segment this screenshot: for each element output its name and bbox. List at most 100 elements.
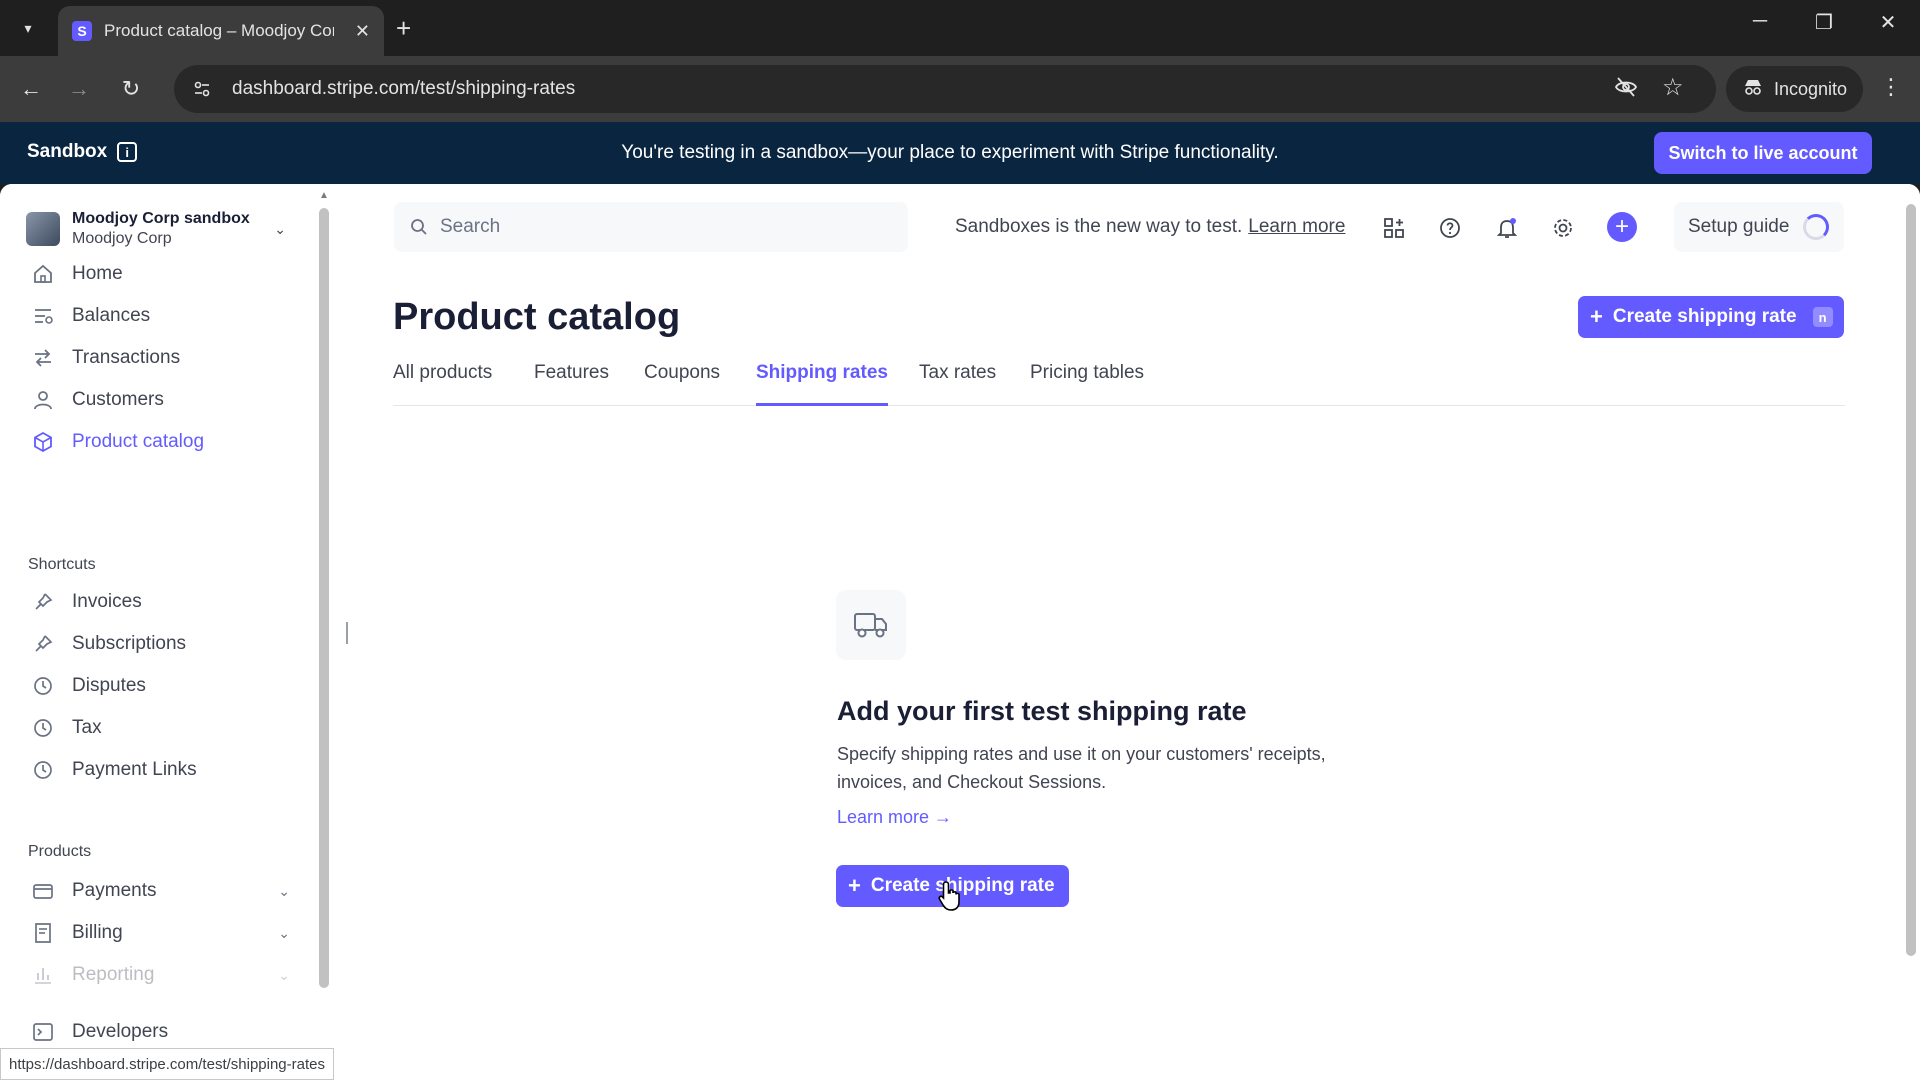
browser-tab[interactable]: S Product catalog – Moodjoy Cor ✕ bbox=[58, 6, 384, 56]
create-plus-icon[interactable]: + bbox=[1607, 212, 1637, 242]
sidebar-item-label: Payments bbox=[72, 880, 157, 901]
plus-icon: + bbox=[1590, 304, 1603, 329]
sidebar: Moodjoy Corp sandbox Moodjoy Corp ⌄ Home… bbox=[0, 184, 330, 1080]
billing-icon bbox=[30, 920, 56, 946]
sidebar-item-customers[interactable]: Customers bbox=[30, 382, 290, 418]
chevron-down-icon: ⌄ bbox=[274, 220, 286, 237]
progress-ring-icon bbox=[1803, 214, 1830, 240]
tab-features[interactable]: Features bbox=[534, 362, 609, 406]
close-window-icon[interactable]: ✕ bbox=[1868, 10, 1908, 35]
back-icon[interactable]: ← bbox=[14, 72, 48, 106]
product-catalog-icon bbox=[30, 429, 56, 455]
tab-pricing-tables[interactable]: Pricing tables bbox=[1030, 362, 1144, 406]
help-icon[interactable] bbox=[1436, 214, 1464, 242]
sidebar-item-subscriptions[interactable]: Subscriptions bbox=[30, 626, 290, 662]
apps-icon[interactable] bbox=[1380, 214, 1408, 242]
sandbox-message: You're testing in a sandbox—your place t… bbox=[621, 142, 1279, 163]
site-settings-icon[interactable] bbox=[186, 73, 218, 105]
restore-icon[interactable]: ❐ bbox=[1804, 10, 1844, 35]
sidebar-scrollbar[interactable] bbox=[319, 208, 329, 988]
search-input[interactable]: Search bbox=[394, 202, 908, 252]
incognito-label: Incognito bbox=[1774, 78, 1848, 99]
status-bar-url: https://dashboard.stripe.com/test/shippi… bbox=[0, 1048, 334, 1080]
sidebar-item-label: Home bbox=[72, 263, 123, 284]
sidebar-item-payments[interactable]: Payments ⌄ bbox=[30, 873, 290, 909]
clock-icon bbox=[30, 715, 56, 741]
sidebar-item-disputes[interactable]: Disputes bbox=[30, 668, 290, 704]
balances-icon bbox=[30, 303, 56, 329]
address-bar[interactable]: dashboard.stripe.com/test/shipping-rates… bbox=[174, 65, 1716, 113]
browser-menu-icon[interactable]: ⋮ bbox=[1880, 74, 1902, 100]
sidebar-item-label: Billing bbox=[72, 922, 123, 943]
main-scrollbar[interactable] bbox=[1906, 204, 1916, 956]
tab-coupons[interactable]: Coupons bbox=[644, 362, 720, 406]
setup-guide-label: Setup guide bbox=[1688, 216, 1790, 237]
forward-icon[interactable]: → bbox=[62, 72, 96, 106]
sidebar-item-billing[interactable]: Billing ⌄ bbox=[30, 915, 290, 951]
account-switcher[interactable]: Moodjoy Corp sandbox Moodjoy Corp ⌄ bbox=[26, 206, 286, 252]
sidebar-item-label: Balances bbox=[72, 305, 151, 326]
sidebar-item-transactions[interactable]: Transactions bbox=[30, 340, 290, 376]
sidebar-item-label: Invoices bbox=[72, 591, 142, 612]
reporting-icon bbox=[30, 962, 56, 988]
sandbox-hint-text: Sandboxes is the new way to test. bbox=[955, 216, 1243, 237]
pin-icon bbox=[30, 631, 56, 657]
tab-shipping-rates[interactable]: Shipping rates bbox=[756, 362, 888, 406]
close-tab-icon[interactable]: ✕ bbox=[355, 21, 370, 42]
sidebar-item-label: Reporting bbox=[72, 964, 155, 985]
empty-state-title: Add your first test shipping rate bbox=[837, 696, 1247, 726]
payments-icon bbox=[30, 878, 56, 904]
empty-state-learn-more-link[interactable]: Learn more → bbox=[837, 807, 952, 828]
sandbox-learn-more-link[interactable]: Learn more bbox=[1248, 216, 1345, 237]
sidebar-item-payment-links[interactable]: Payment Links bbox=[30, 752, 290, 788]
chevron-down-icon: ⌄ bbox=[278, 966, 290, 983]
minimize-icon[interactable]: ─ bbox=[1740, 10, 1780, 33]
page-title: Product catalog bbox=[393, 296, 681, 338]
sidebar-item-reporting[interactable]: Reporting ⌄ bbox=[30, 957, 290, 993]
sidebar-item-balances[interactable]: Balances bbox=[30, 298, 290, 334]
dashboard-app: Moodjoy Corp sandbox Moodjoy Corp ⌄ Home… bbox=[0, 184, 1920, 1080]
settings-gear-icon[interactable] bbox=[1549, 214, 1577, 242]
sidebar-item-label: Disputes bbox=[72, 675, 146, 696]
incognito-icon bbox=[1742, 76, 1764, 103]
account-subname: Moodjoy Corp bbox=[72, 230, 172, 247]
sidebar-item-invoices[interactable]: Invoices bbox=[30, 584, 290, 620]
sidebar-item-label: Tax bbox=[72, 717, 102, 738]
sidebar-item-tax[interactable]: Tax bbox=[30, 710, 290, 746]
tab-search-chevron-icon[interactable]: ▾ bbox=[10, 10, 46, 46]
products-heading: Products bbox=[28, 843, 92, 860]
search-placeholder: Search bbox=[440, 216, 501, 237]
account-avatar bbox=[26, 212, 60, 246]
bookmark-star-icon[interactable]: ☆ bbox=[1662, 73, 1684, 102]
sidebar-item-label: Customers bbox=[72, 389, 164, 410]
eye-off-icon[interactable] bbox=[1614, 75, 1638, 105]
hand-cursor-icon bbox=[938, 880, 964, 917]
pin-icon bbox=[30, 589, 56, 615]
new-tab-icon[interactable]: + bbox=[396, 12, 411, 44]
clock-icon bbox=[30, 673, 56, 699]
sidebar-item-label: Subscriptions bbox=[72, 633, 187, 654]
sidebar-item-product-catalog[interactable]: Product catalog bbox=[30, 424, 290, 460]
sidebar-item-developers[interactable]: Developers bbox=[30, 1014, 290, 1050]
tab-all-products[interactable]: All products bbox=[393, 362, 492, 406]
chevron-down-icon: ⌄ bbox=[278, 882, 290, 899]
search-icon bbox=[411, 219, 427, 235]
create-shipping-rate-button-header[interactable]: + Create shipping rate n bbox=[1578, 296, 1844, 338]
sidebar-resize-handle[interactable] bbox=[346, 622, 348, 644]
switch-to-live-button[interactable]: Switch to live account bbox=[1654, 132, 1872, 174]
tab-tax-rates[interactable]: Tax rates bbox=[919, 362, 996, 406]
home-icon bbox=[30, 261, 56, 287]
notifications-icon[interactable] bbox=[1493, 214, 1521, 242]
sandbox-banner: Sandbox i You're testing in a sandbox—yo… bbox=[0, 122, 1920, 184]
plus-icon: + bbox=[848, 873, 861, 898]
url-text: dashboard.stripe.com/test/shipping-rates bbox=[232, 78, 576, 99]
sandbox-hint: Sandboxes is the new way to test. Learn m… bbox=[955, 216, 1345, 238]
account-name: Moodjoy Corp sandbox bbox=[72, 210, 250, 227]
sidebar-scroll-up-icon[interactable]: ▲ bbox=[319, 190, 329, 201]
setup-guide-button[interactable]: Setup guide bbox=[1674, 202, 1844, 252]
sidebar-item-label: Product catalog bbox=[72, 431, 205, 452]
sidebar-item-home[interactable]: Home bbox=[30, 256, 290, 292]
reload-icon[interactable]: ↻ bbox=[114, 72, 148, 106]
incognito-badge[interactable]: Incognito bbox=[1726, 66, 1864, 112]
keyboard-shortcut-badge: n bbox=[1812, 307, 1833, 327]
